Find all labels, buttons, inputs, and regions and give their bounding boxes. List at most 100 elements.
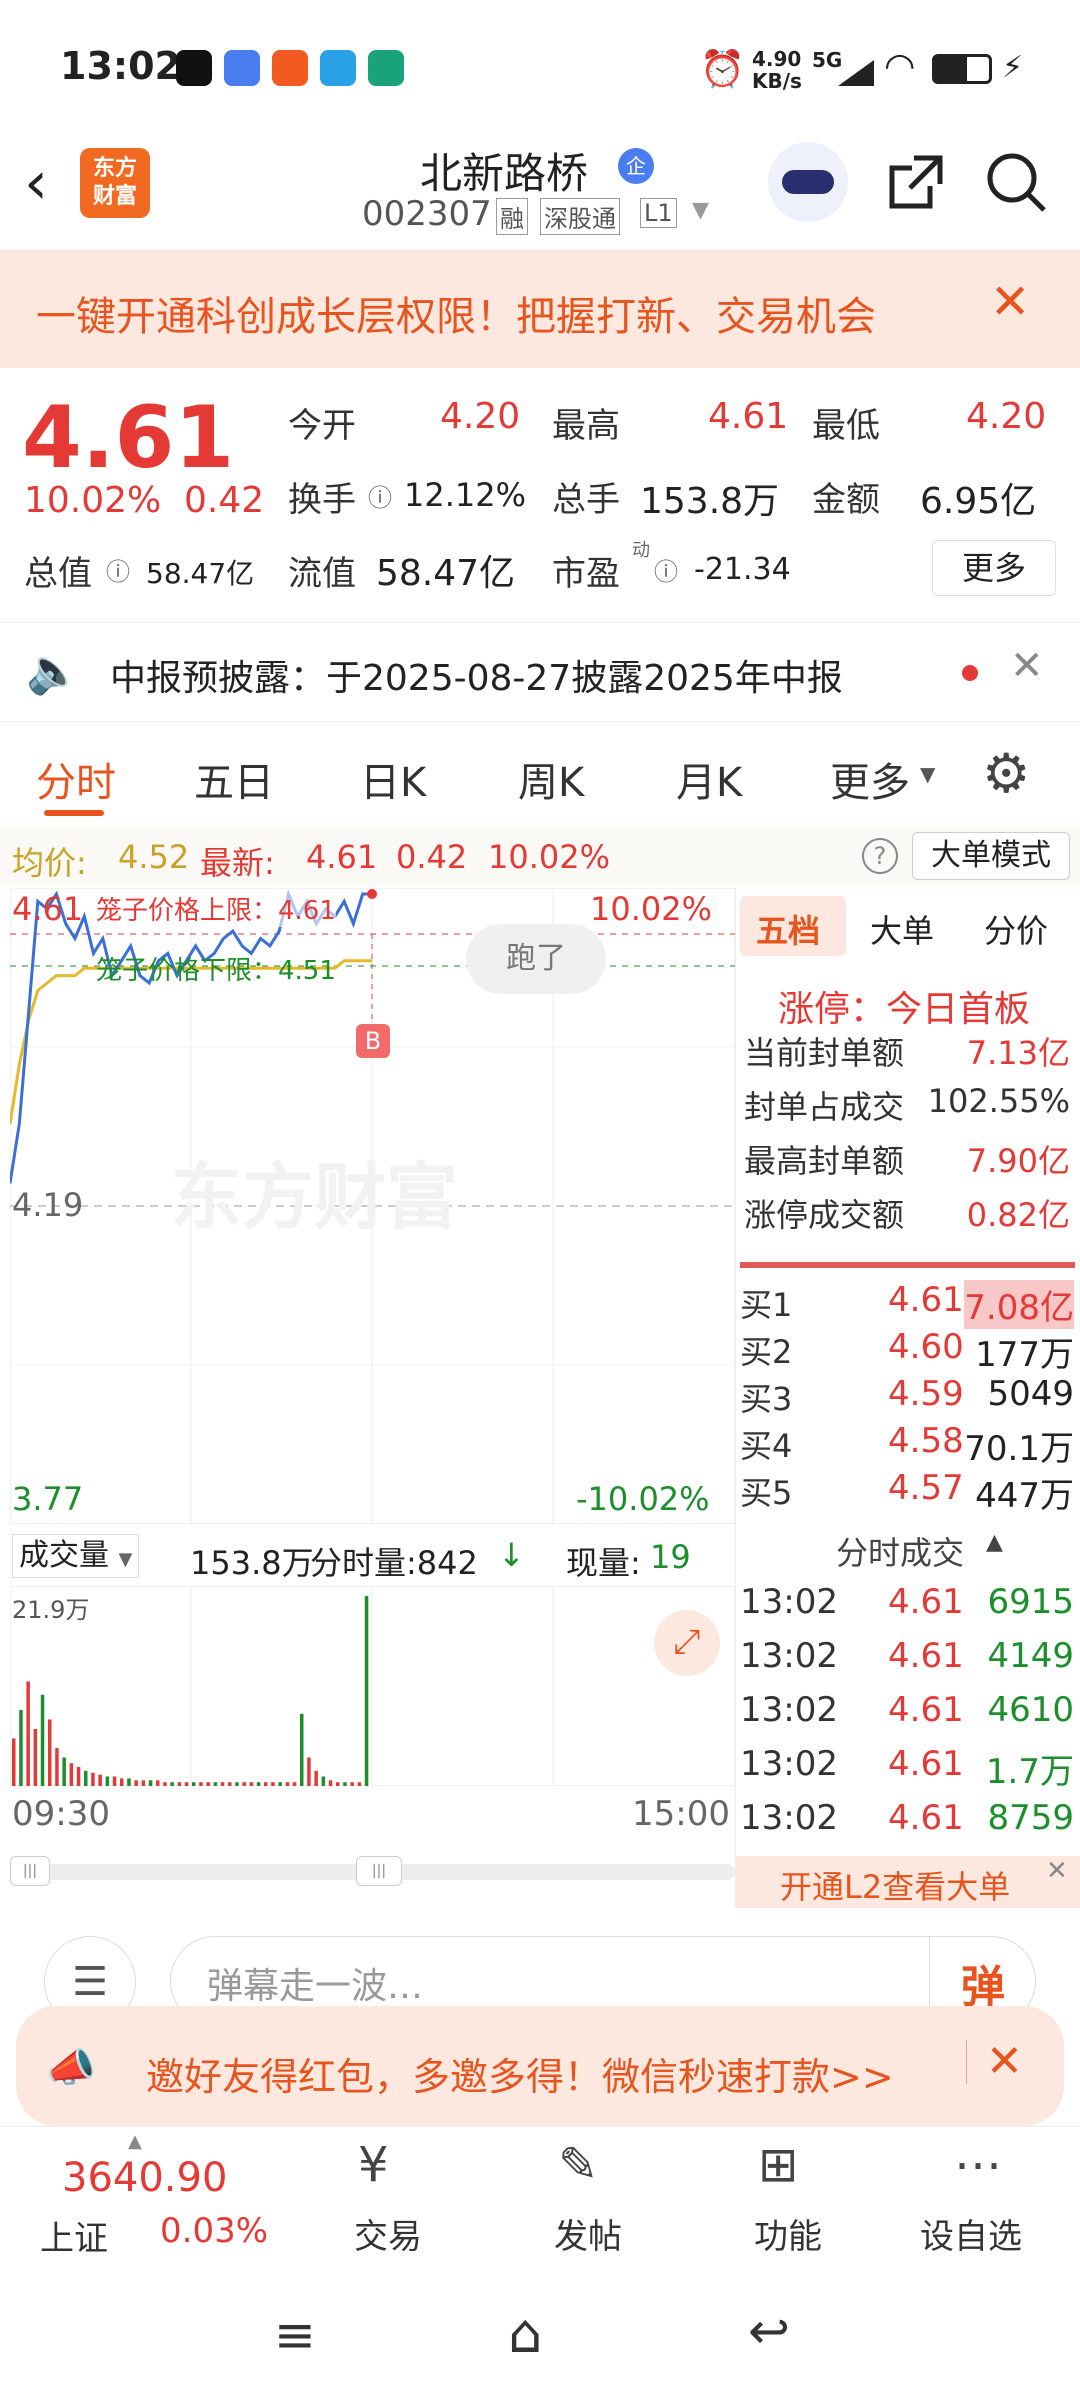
tab-price-dist[interactable]: 分价: [984, 906, 1048, 952]
stat-label: 当前封单额: [744, 1034, 905, 1072]
tab-weekly-k[interactable]: 周K: [518, 750, 584, 808]
search-icon[interactable]: [984, 150, 1048, 214]
nav-add-watchlist[interactable]: ⋯ 设自选: [910, 2127, 1070, 2267]
bid-volume: 177万: [975, 1335, 1074, 1375]
close-icon[interactable]: ✕: [986, 2036, 1023, 2087]
tab-5day[interactable]: 五日: [194, 750, 274, 808]
volume-indicator-select[interactable]: 成交量 ▼: [12, 1534, 140, 1578]
app-icon: [272, 50, 308, 86]
scroller-handle-left[interactable]: |||: [10, 1856, 50, 1886]
system-nav: ≡ ⌂ ↩: [0, 2266, 1080, 2400]
buy-marker[interactable]: B: [356, 1024, 390, 1058]
change-pct: 10.02%: [24, 480, 162, 521]
menu-icon[interactable]: ≡: [274, 2306, 316, 2364]
high-value: 4.61: [708, 396, 789, 437]
nav-post-label: 发帖: [554, 2217, 622, 2257]
charging-icon: ⚡: [1002, 50, 1024, 85]
enterprise-badge: 企: [618, 148, 654, 184]
tab-five-levels[interactable]: 五档: [756, 906, 820, 952]
info-icon[interactable]: ⓘ: [368, 478, 392, 513]
alarm-icon: ⏰: [700, 49, 745, 90]
nav-post[interactable]: ✎ 发帖: [520, 2127, 660, 2267]
nav-watchlist-label: 设自选: [920, 2217, 1022, 2257]
volume-header: 成交量 ▼ 153.8万 分时量:842 ↓ 现量: 19: [10, 1528, 735, 1586]
volume-bar: [62, 1757, 66, 1786]
expand-icon[interactable]: ⤢: [654, 1610, 720, 1676]
intraday-chart[interactable]: 东方财富 4.61 10.02% 笼子价格上限：4.61 笼子价格下限：4.51…: [10, 888, 735, 1524]
bottom-pct-label: -10.02%: [576, 1480, 710, 1518]
top-price-label: 4.61: [12, 890, 84, 928]
chevron-up-icon[interactable]: ▲: [986, 1530, 1003, 1555]
chevron-down-icon[interactable]: ▼: [920, 762, 935, 786]
time-scroller[interactable]: ||| |||: [10, 1856, 735, 1886]
bid-price: 4.60: [888, 1327, 964, 1367]
back-icon[interactable]: ‹: [24, 148, 48, 218]
bottom-price-label: 3.77: [12, 1480, 84, 1518]
more-button[interactable]: 更多: [932, 540, 1056, 596]
tab-more[interactable]: 更多: [830, 750, 910, 808]
promo-banner[interactable]: 一键开通科创成长层权限！把握打新、交易机会 ✕: [0, 250, 1080, 368]
tab-big-orders[interactable]: 大单: [870, 906, 934, 952]
status-bar: 13:02 ⏰ 4.90 KB/s 5G ◠ ⚡: [0, 0, 1080, 140]
comment-bubble[interactable]: 跑了: [466, 924, 606, 994]
close-icon[interactable]: ✕: [990, 274, 1030, 330]
tab-daily-k[interactable]: 日K: [360, 750, 426, 808]
l2-banner[interactable]: 开通L2查看大单 ✕: [736, 1856, 1080, 1908]
volume-total: 153.8万: [190, 1544, 314, 1582]
time-start: 09:30: [12, 1794, 110, 1834]
tab-intraday[interactable]: 分时: [36, 750, 116, 808]
close-icon[interactable]: ✕: [1046, 1856, 1068, 1886]
tab-monthly-k[interactable]: 月K: [676, 750, 742, 808]
index-ticker[interactable]: ▲ 3640.90 上证 0.03%: [0, 2127, 280, 2267]
minute-volume: 分时量:842: [310, 1544, 478, 1582]
now-volume-value: 19: [650, 1538, 691, 1576]
tick-time: 13:02: [740, 1582, 838, 1622]
scroller-handle-right[interactable]: |||: [356, 1856, 402, 1886]
megaphone-icon: 📣: [46, 2045, 96, 2091]
tiktok-icon: [176, 50, 212, 86]
turnover-label: 换手: [288, 480, 356, 520]
trade-icon: ¥: [358, 2137, 389, 2193]
invite-promo[interactable]: 📣 邀好友得红包，多邀多得！微信秒速打款>> ✕: [16, 2006, 1064, 2126]
promo-text: 邀好友得红包，多邀多得！微信秒速打款>>: [146, 2055, 894, 2099]
more-circle-icon: ⋯: [954, 2137, 1002, 2193]
mid-price-label: 4.19: [12, 1186, 84, 1224]
nav-functions[interactable]: ⊞ 功能: [720, 2127, 860, 2267]
info-icon[interactable]: ⓘ: [106, 552, 130, 587]
app-logo: 东方 财富: [80, 148, 150, 218]
back-nav-icon[interactable]: ↩: [748, 2302, 790, 2360]
volume-bar: [76, 1767, 81, 1786]
ticks-title[interactable]: 分时成交: [836, 1528, 964, 1574]
tick-price: 4.61: [888, 1798, 964, 1838]
notice-text: 中报预披露：于2025-08-27披露2025年中报: [110, 658, 843, 699]
limit-up-title: 涨停：今日首板: [778, 989, 1031, 1030]
mcap-label: 总值: [24, 554, 92, 594]
volume-bar: [364, 1596, 369, 1786]
close-icon[interactable]: ✕: [1010, 643, 1044, 689]
notice-bar[interactable]: 🔈 中报预披露：于2025-08-27披露2025年中报 ✕: [0, 622, 1080, 722]
amount-label: 金额: [812, 480, 880, 520]
big-order-mode-button[interactable]: 大单模式: [912, 832, 1070, 880]
nav-trade[interactable]: ¥ 交易: [320, 2127, 460, 2267]
down-arrow-icon: ↓: [498, 1536, 525, 1574]
time-end: 15:00: [632, 1794, 730, 1834]
volume-bar: [105, 1776, 110, 1786]
tick-price: 4.61: [888, 1636, 964, 1676]
share-icon[interactable]: [884, 150, 948, 214]
gear-icon[interactable]: ⚙: [982, 742, 1030, 805]
tag-connect: 深股通: [540, 198, 620, 235]
pe-dynamic-mark: 动: [632, 540, 650, 561]
help-icon[interactable]: ?: [862, 838, 898, 874]
home-icon[interactable]: ⌂: [508, 2302, 542, 2365]
upper-limit-label: 笼子价格上限：4.61: [96, 890, 336, 927]
float-value: 58.47亿: [376, 553, 516, 594]
volume-chart[interactable]: 21.9万 ⤢: [10, 1586, 735, 1786]
volume-bar: [40, 1694, 45, 1786]
info-icon[interactable]: ⓘ: [654, 552, 678, 587]
tick-price: 4.61: [888, 1582, 964, 1622]
open-label: 今开: [288, 406, 356, 446]
chevron-down-icon[interactable]: ▼: [692, 198, 709, 223]
robot-assistant-icon[interactable]: [768, 142, 848, 222]
low-value: 4.20: [966, 396, 1047, 437]
stat-label: 涨停成交额: [744, 1196, 905, 1234]
